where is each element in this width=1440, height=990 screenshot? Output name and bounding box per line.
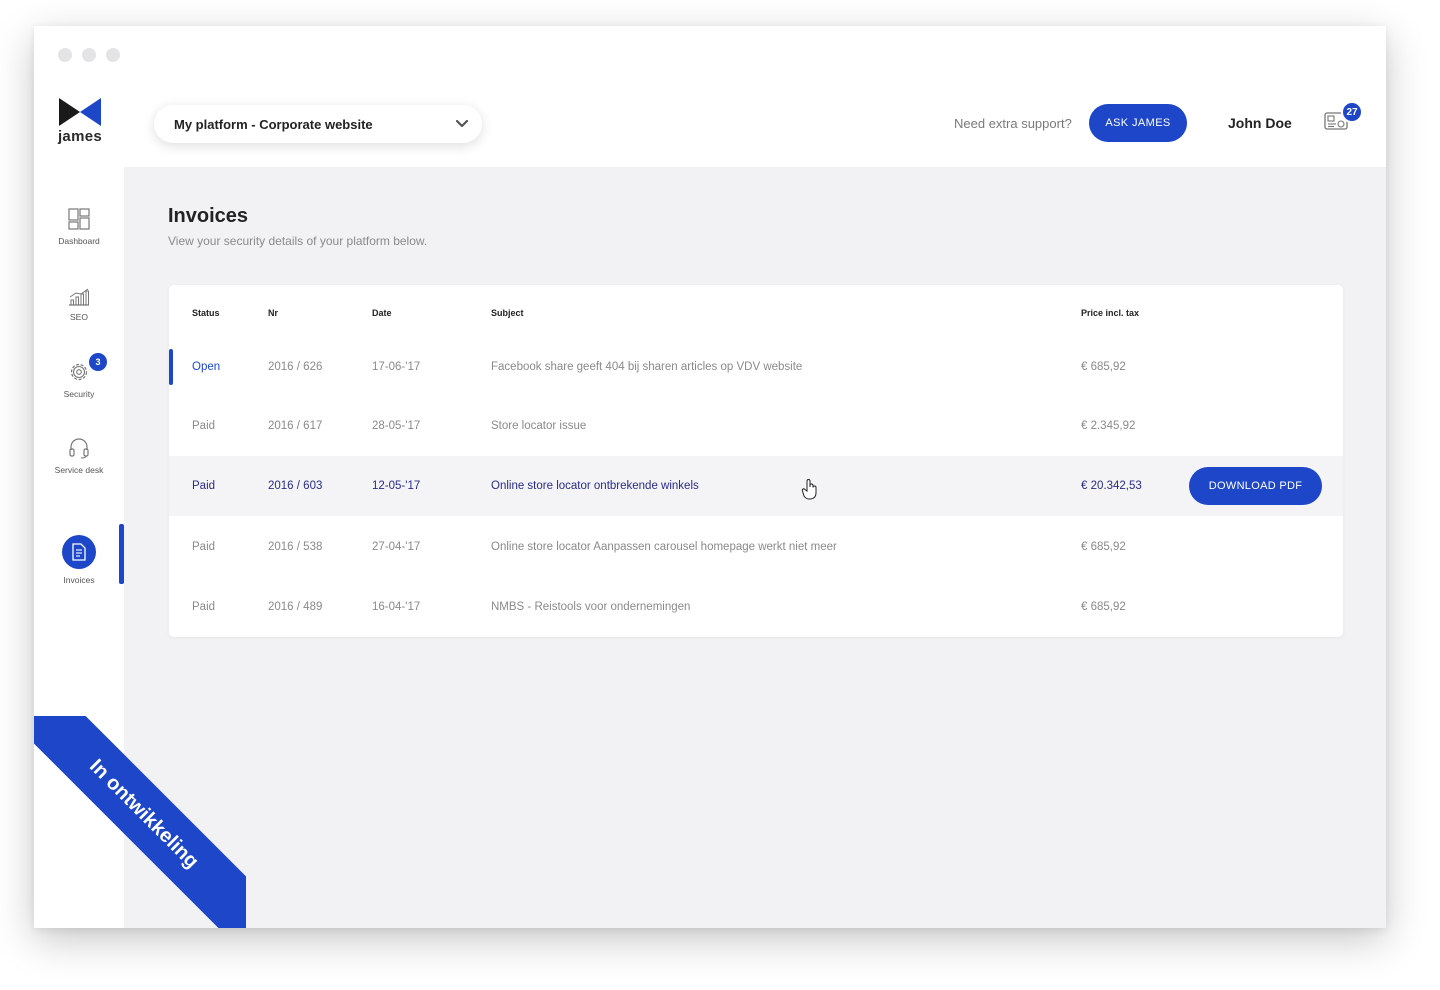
- row-status: Paid: [192, 601, 216, 613]
- headset-icon: [69, 438, 89, 459]
- user-name[interactable]: John Doe: [1228, 115, 1292, 131]
- bowtie-logo-icon: [59, 98, 101, 126]
- row-price: € 2.345,92: [1081, 420, 1136, 432]
- sidebar-item-service-desk[interactable]: Service desk: [34, 437, 124, 475]
- row-subject: Online store locator Aanpassen carousel …: [491, 541, 837, 553]
- invoice-icon-circle: [62, 535, 96, 569]
- table-row[interactable]: Paid 2016 / 603 12-05-'17 Online store l…: [169, 456, 1343, 516]
- open-status-indicator: [169, 349, 173, 385]
- row-nr: 2016 / 489: [268, 601, 323, 613]
- row-date: 17-06-'17: [372, 361, 421, 373]
- header-date[interactable]: Date: [372, 308, 392, 318]
- gear-icon: [70, 363, 88, 381]
- row-nr: 2016 / 603: [268, 480, 323, 492]
- row-date: 27-04-'17: [372, 541, 421, 553]
- sidebar-item-label: SEO: [70, 312, 88, 322]
- window-maximize-dot[interactable]: [106, 48, 120, 62]
- ask-james-button[interactable]: ASK JAMES: [1089, 104, 1187, 142]
- platform-select-value: My platform - Corporate website: [174, 116, 373, 132]
- row-status: Paid: [192, 541, 216, 553]
- platform-select[interactable]: My platform - Corporate website: [154, 105, 482, 143]
- support-text: Need extra support?: [954, 116, 1072, 131]
- page-title: Invoices: [168, 205, 249, 227]
- chevron-down-icon: [455, 119, 469, 128]
- window-close-dot[interactable]: [58, 48, 72, 62]
- row-status: Paid: [192, 420, 216, 432]
- row-status: Open: [192, 361, 221, 373]
- row-subject: NMBS - Reistools voor ondernemingen: [491, 601, 691, 613]
- sidebar: Dashboard SEO Security 3 Service desk In…: [34, 167, 124, 928]
- logo-text: james: [57, 128, 103, 145]
- page-subtitle: View your security details of your platf…: [168, 234, 428, 248]
- app-window: james My platform - Corporate website Ne…: [34, 26, 1386, 928]
- table-header: Status Nr Date Subject Price incl. tax: [169, 285, 1343, 341]
- sidebar-item-security[interactable]: Security 3: [34, 353, 124, 399]
- header-status[interactable]: Status: [192, 308, 220, 318]
- sidebar-item-label: Dashboard: [58, 236, 100, 246]
- window-controls: [58, 48, 120, 62]
- invoice-icon: [72, 543, 86, 561]
- table-row[interactable]: Open 2016 / 626 17-06-'17 Facebook share…: [169, 337, 1343, 397]
- row-date: 16-04-'17: [372, 601, 421, 613]
- invoices-table: Status Nr Date Subject Price incl. tax O…: [169, 285, 1343, 637]
- header-nr[interactable]: Nr: [268, 308, 278, 318]
- sidebar-item-label: Service desk: [54, 465, 104, 475]
- header-price[interactable]: Price incl. tax: [1081, 308, 1139, 318]
- row-nr: 2016 / 617: [268, 420, 323, 432]
- security-count-badge: 3: [89, 353, 107, 371]
- notification-count-badge: 27: [1341, 101, 1363, 123]
- table-row[interactable]: Paid 2016 / 489 16-04-'17 NMBS - Reistoo…: [169, 577, 1343, 637]
- sidebar-item-invoices[interactable]: Invoices: [34, 535, 124, 585]
- hand-cursor-icon: [801, 479, 817, 500]
- row-nr: 2016 / 538: [268, 541, 323, 553]
- sidebar-item-label: Invoices: [63, 575, 95, 585]
- app-logo[interactable]: james: [56, 98, 104, 145]
- row-subject: Store locator issue: [491, 420, 587, 432]
- dashboard-icon: [68, 208, 90, 230]
- main-content: Invoices View your security details of y…: [124, 167, 1386, 928]
- row-subject: Facebook share geeft 404 bij sharen arti…: [491, 361, 803, 373]
- download-pdf-button[interactable]: DOWNLOAD PDF: [1189, 467, 1322, 505]
- row-price: € 685,92: [1081, 601, 1126, 613]
- window-minimize-dot[interactable]: [82, 48, 96, 62]
- row-status: Paid: [192, 480, 216, 492]
- table-row[interactable]: Paid 2016 / 617 28-05-'17 Store locator …: [169, 396, 1343, 456]
- sidebar-item-seo[interactable]: SEO: [34, 288, 124, 322]
- row-price: € 685,92: [1081, 541, 1126, 553]
- row-price: € 20.342,53: [1081, 480, 1142, 492]
- bar-chart-icon: [69, 288, 89, 306]
- row-date: 28-05-'17: [372, 420, 421, 432]
- header-subject[interactable]: Subject: [491, 308, 524, 318]
- row-subject: Online store locator ontbrekende winkels: [491, 480, 699, 492]
- sidebar-item-label: Security: [63, 389, 95, 399]
- row-date: 12-05-'17: [372, 480, 421, 492]
- sidebar-item-dashboard[interactable]: Dashboard: [34, 208, 124, 246]
- table-row[interactable]: Paid 2016 / 538 27-04-'17 Online store l…: [169, 517, 1343, 577]
- row-nr: 2016 / 626: [268, 361, 323, 373]
- row-price: € 685,92: [1081, 361, 1126, 373]
